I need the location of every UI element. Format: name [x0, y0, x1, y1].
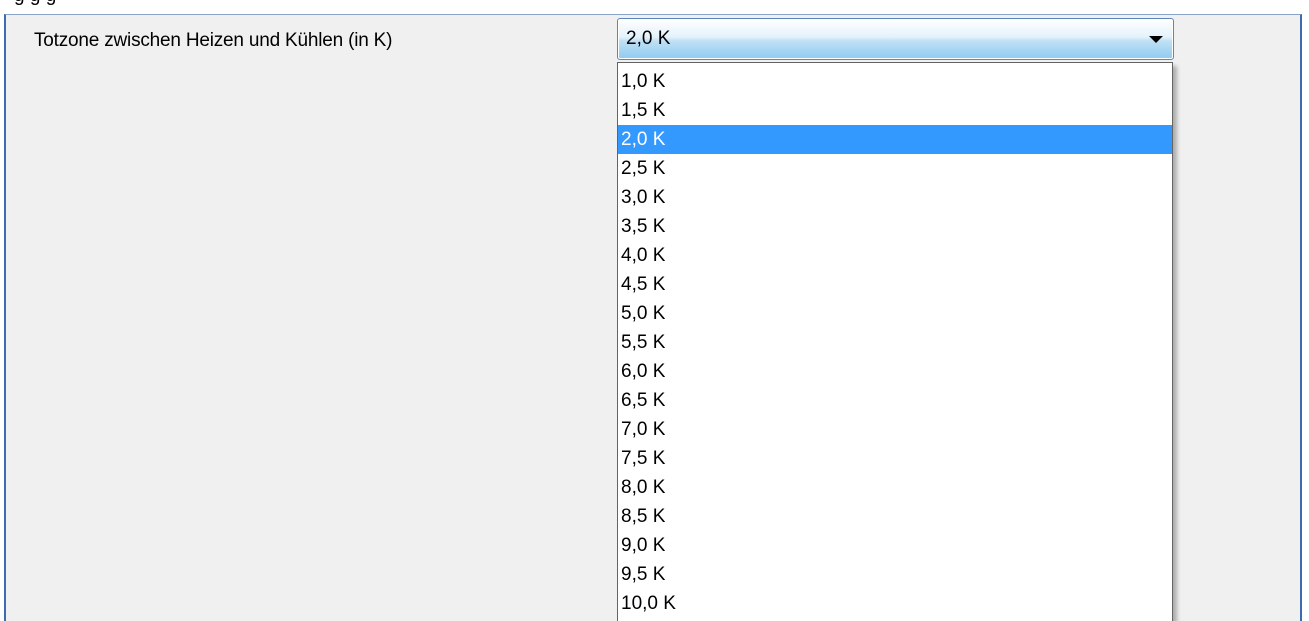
dropdown-option[interactable]: 8,5 K	[618, 502, 1172, 531]
deadzone-parameter-label: Totzone zwischen Heizen und Kühlen (in K…	[34, 30, 393, 51]
dropdown-option[interactable]: 2,0 K	[618, 125, 1172, 154]
dropdown-option[interactable]: 5,5 K	[618, 328, 1172, 357]
dropdown-option[interactable]: 7,0 K	[618, 415, 1172, 444]
combobox-selected-value: 2,0 K	[626, 28, 671, 49]
deadzone-combobox[interactable]: 2,0 K	[617, 18, 1174, 60]
dropdown-option[interactable]: 2,5 K	[618, 154, 1172, 183]
dropdown-option[interactable]: 6,5 K	[618, 386, 1172, 415]
dropdown-option[interactable]: 6,0 K	[618, 357, 1172, 386]
dropdown-option[interactable]: 4,0 K	[618, 241, 1172, 270]
dropdown-option[interactable]: 8,0 K	[618, 473, 1172, 502]
dropdown-option[interactable]: 10,0 K	[618, 589, 1172, 618]
dropdown-option[interactable]: 7,5 K	[618, 444, 1172, 473]
dropdown-option[interactable]: 1,5 K	[618, 96, 1172, 125]
dropdown-option[interactable]: 4,5 K	[618, 270, 1172, 299]
parameter-window: g g g Totzone zwischen Heizen und Kühlen…	[0, 0, 1309, 621]
dropdown-option[interactable]: 3,0 K	[618, 183, 1172, 212]
dropdown-option[interactable]: 9,5 K	[618, 560, 1172, 589]
clipped-text-glyphs: g g g	[14, 0, 56, 7]
option-list: 1,0 K 1,5 K 2,0 K 2,5 K 3,0 K 3,5 K 4,0 K 4,5 K…	[618, 67, 1172, 618]
dropdown-arrow-icon[interactable]	[1149, 36, 1163, 43]
dropdown-option[interactable]: 1,0 K	[618, 67, 1172, 96]
dropdown-option[interactable]: 3,5 K	[618, 212, 1172, 241]
previous-row-clipped: g g g	[0, 0, 1309, 14]
dropdown-option[interactable]: 5,0 K	[618, 299, 1172, 328]
dropdown-option[interactable]: 9,0 K	[618, 531, 1172, 560]
deadzone-dropdown-list[interactable]: 1,0 K 1,5 K 2,0 K 2,5 K 3,0 K 3,5 K 4,0 K 4,5 K…	[617, 62, 1173, 621]
